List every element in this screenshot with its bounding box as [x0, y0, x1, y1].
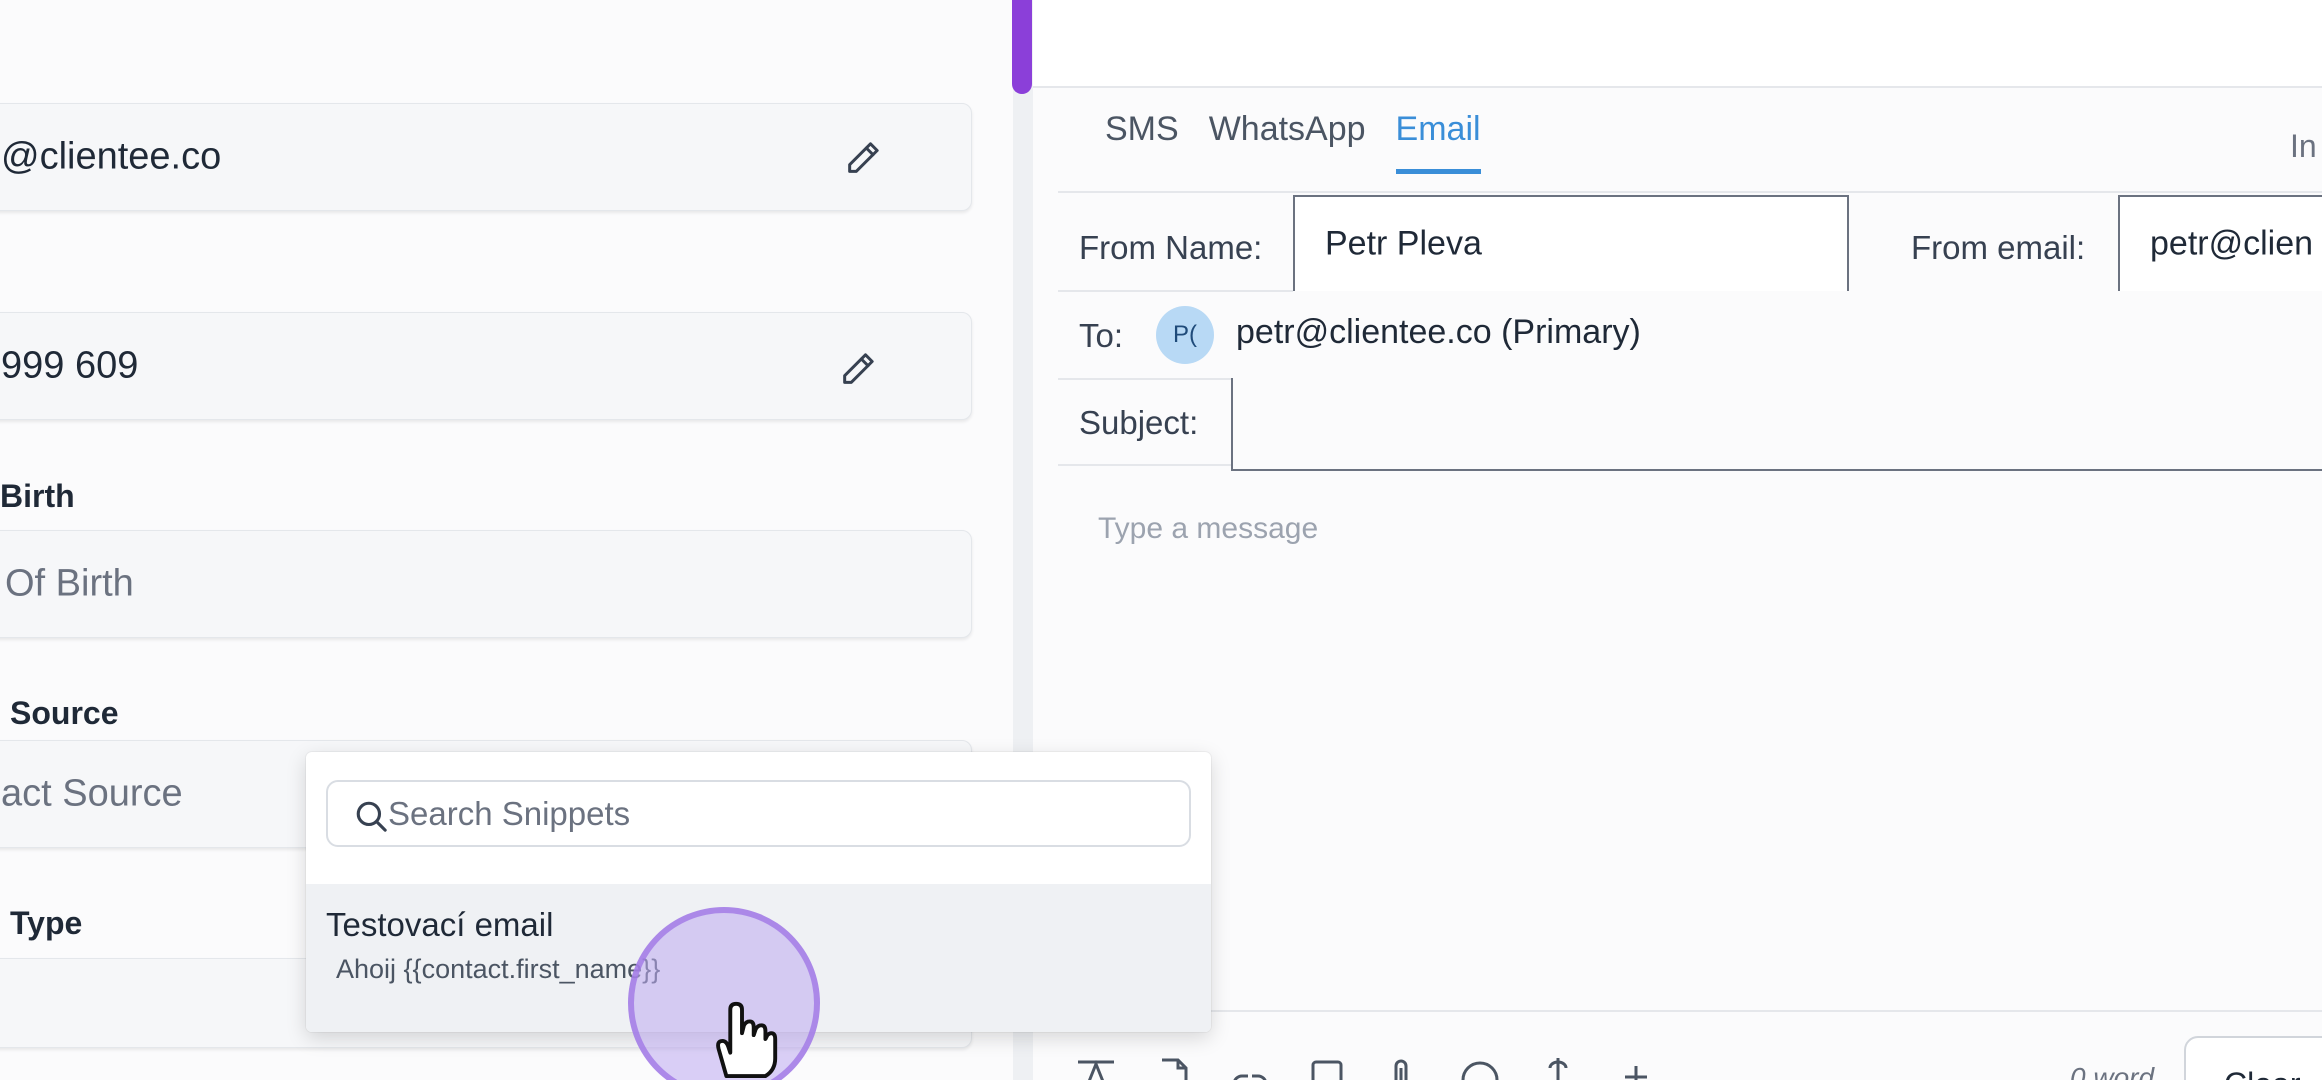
from-name-label: From Name:	[1079, 229, 1263, 266]
text-format-icon[interactable]	[1074, 1058, 1118, 1080]
phone-value: 999 609	[1, 344, 139, 387]
image-icon[interactable]	[1305, 1058, 1349, 1080]
dob-placeholder: Of Birth	[5, 562, 134, 605]
scrollbar-thumb[interactable]	[1012, 0, 1032, 94]
word-count: 0 word	[2070, 1062, 2155, 1080]
recipient-email[interactable]: petr@clientee.co (Primary)	[1236, 313, 1641, 352]
from-name-input[interactable]: Petr Pleva	[1293, 195, 1849, 291]
document-icon[interactable]	[1152, 1058, 1196, 1080]
clear-button[interactable]: Clear	[2184, 1036, 2322, 1080]
pencil-icon	[843, 353, 874, 384]
snippet-search-box[interactable]	[326, 780, 1191, 847]
toolbar-divider	[1058, 1010, 2322, 1012]
recipient-avatar: P(	[1156, 306, 1214, 364]
link-icon[interactable]	[1228, 1058, 1272, 1080]
dob-field[interactable]: Of Birth	[0, 530, 972, 638]
pencil-icon	[848, 142, 879, 173]
tab-right-label[interactable]: In	[2290, 128, 2317, 165]
edit-phone-button[interactable]	[836, 347, 880, 391]
from-row-divider	[1058, 290, 1293, 292]
snippet-search-input[interactable]	[388, 790, 1168, 838]
hand-pointer-icon	[716, 1001, 778, 1079]
channel-tabs: SMS WhatsApp Email	[1105, 110, 1481, 174]
plus-icon[interactable]	[1614, 1058, 1658, 1080]
source-label: Source	[10, 695, 119, 731]
type-label: Type	[10, 905, 83, 941]
tab-divider	[1058, 191, 2322, 193]
dob-label: Birth	[0, 478, 75, 514]
source-placeholder: act Source	[1, 772, 183, 815]
subject-label: Subject:	[1079, 404, 1199, 441]
emoji-icon[interactable]	[1458, 1058, 1502, 1080]
snippet-title: Testovací email	[326, 906, 554, 943]
phone-field-card[interactable]: 999 609	[0, 312, 972, 420]
conversation-header	[1033, 0, 2322, 88]
message-input[interactable]: Type a message	[1098, 512, 1318, 546]
tab-whatsapp[interactable]: WhatsApp	[1209, 110, 1366, 174]
snippet-preview: Ahoij {{contact.first_name}}	[336, 954, 661, 984]
from-email-value: petr@clien	[2150, 224, 2314, 263]
email-field-card[interactable]: @clientee.co	[0, 103, 972, 211]
email-value: @clientee.co	[1, 135, 222, 178]
clear-button-label: Clear	[2224, 1066, 2300, 1080]
from-email-label: From email:	[1911, 229, 2086, 266]
tab-email[interactable]: Email	[1395, 110, 1481, 174]
subject-input[interactable]	[1231, 378, 2322, 471]
to-label: To:	[1079, 317, 1124, 354]
attachment-icon[interactable]	[1380, 1058, 1424, 1080]
from-name-value: Petr Pleva	[1325, 224, 1482, 263]
dollar-icon[interactable]	[1536, 1058, 1580, 1080]
from-email-input[interactable]: petr@clien	[2118, 195, 2322, 291]
tab-sms[interactable]: SMS	[1105, 110, 1179, 174]
search-icon	[356, 801, 387, 832]
subject-row-divider	[1058, 464, 1231, 466]
edit-email-button[interactable]	[841, 136, 885, 180]
